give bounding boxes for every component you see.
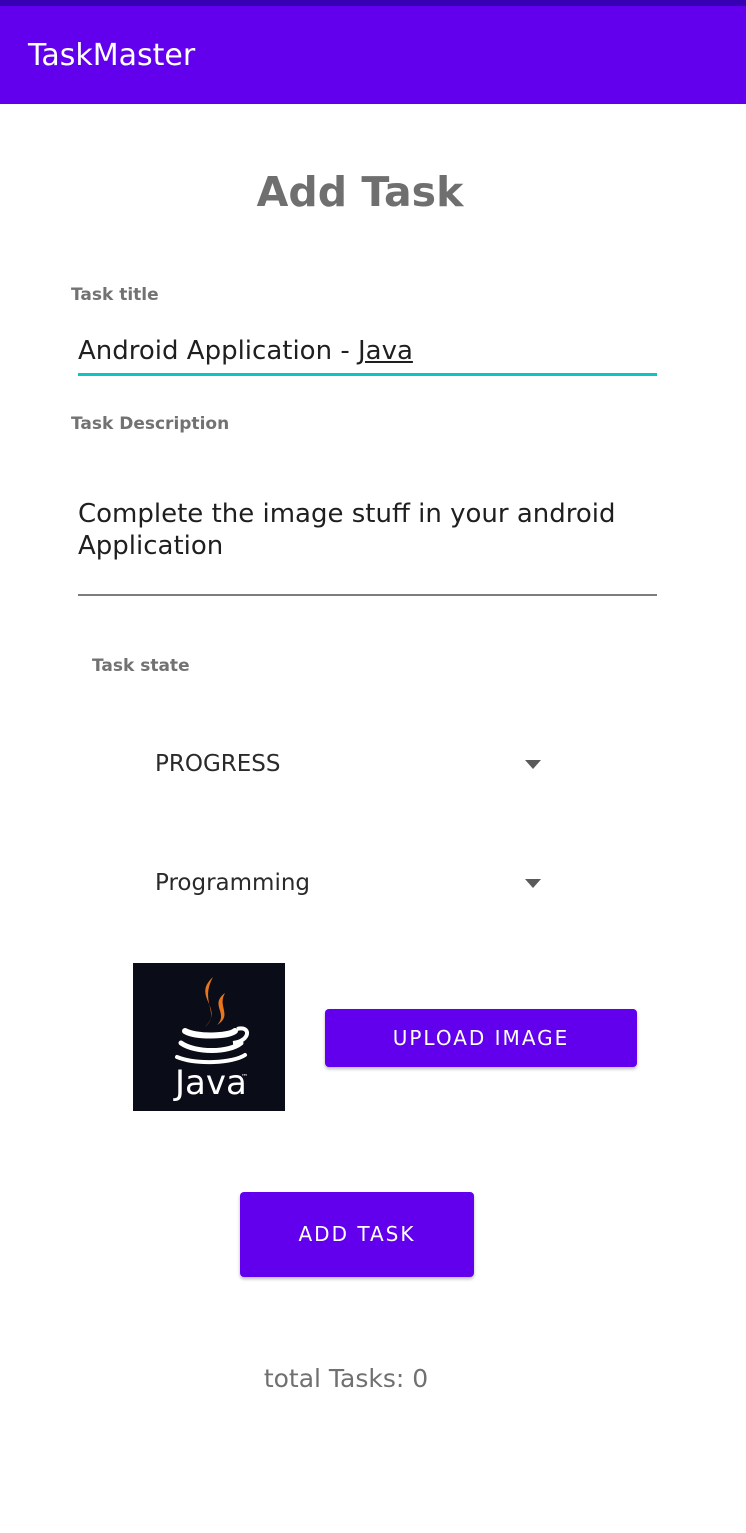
app-title: TaskMaster (28, 38, 196, 73)
task-title-input[interactable]: Android Application - Java (78, 336, 657, 366)
dropdown-arrow-icon (525, 760, 541, 769)
task-title-label: Task title (71, 285, 159, 305)
java-logo-tm: ™ (241, 1073, 248, 1081)
total-tasks-text: total Tasks: 0 (263, 1364, 429, 1393)
page-title: Add Task (256, 168, 464, 216)
task-description-underline (78, 594, 657, 596)
task-category-spinner-value: Programming (155, 870, 311, 896)
task-title-underlined-word: Java (357, 336, 413, 366)
task-category-spinner[interactable]: Programming (140, 854, 560, 914)
java-logo-text: Java (175, 1063, 247, 1103)
task-image-preview: Java ™ (133, 963, 285, 1111)
task-state-spinner-value: PROGRESS (155, 751, 281, 777)
task-title-value: Android Application - (78, 336, 358, 366)
upload-image-button[interactable]: UPLOAD IMAGE (325, 1009, 637, 1067)
dropdown-arrow-icon (525, 879, 541, 888)
task-state-label: Task state (92, 656, 190, 676)
add-task-screen: TaskMaster Add Task Task title Android A… (0, 0, 746, 1533)
task-description-input[interactable]: Complete the image stuff in your android… (78, 498, 657, 562)
app-bar: TaskMaster (0, 6, 746, 104)
add-task-button[interactable]: ADD TASK (240, 1192, 474, 1277)
task-state-spinner[interactable]: PROGRESS (140, 735, 560, 795)
task-title-underline (78, 373, 657, 376)
task-description-label: Task Description (71, 414, 230, 434)
